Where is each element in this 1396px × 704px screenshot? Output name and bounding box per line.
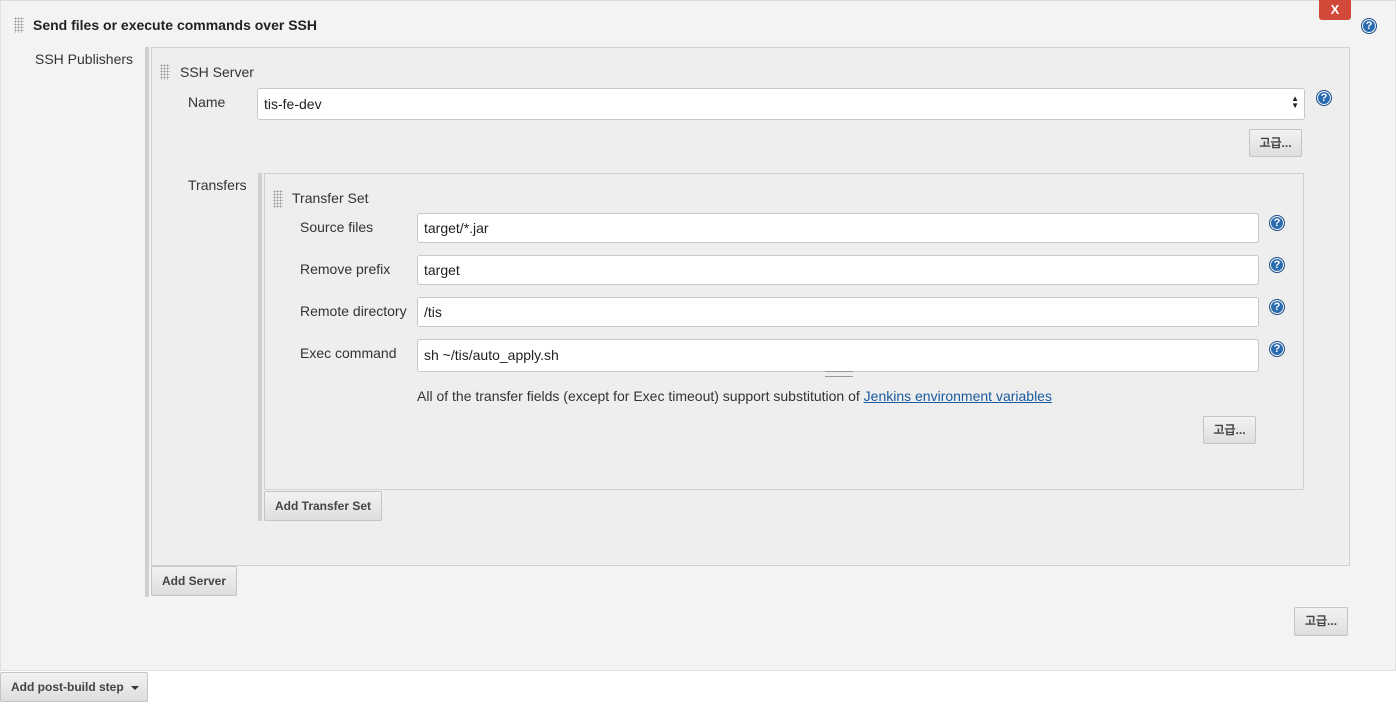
source-files-input[interactable]: target/*.jar <box>417 213 1259 243</box>
ssh-server-box: SSH Server Name tis-fe-dev ▲ ▼ ? 고급... Tr… <box>151 47 1350 566</box>
drag-handle-icon[interactable] <box>160 64 170 80</box>
server-advanced-button[interactable]: 고급... <box>1249 129 1302 157</box>
substitution-note-text: All of the transfer fields (except for E… <box>417 388 864 404</box>
help-icon[interactable]: ? <box>1269 299 1285 315</box>
add-post-build-step-button[interactable]: Add post-build step <box>0 672 148 702</box>
exec-command-textarea[interactable]: sh ~/tis/auto_apply.sh <box>417 339 1259 372</box>
ssh-publisher-section: Send files or execute commands over SSH … <box>0 0 1396 671</box>
exec-command-label: Exec command <box>300 345 397 361</box>
help-icon[interactable]: ? <box>1361 18 1377 34</box>
source-files-label: Source files <box>300 219 374 235</box>
add-post-build-step-label: Add post-build step <box>11 680 124 694</box>
remove-prefix-label: Remove prefix <box>300 261 391 277</box>
transfers-label: Transfers <box>188 177 247 193</box>
name-label: Name <box>188 94 226 110</box>
remote-directory-label: Remote directory <box>300 303 407 319</box>
help-icon[interactable]: ? <box>1316 90 1332 106</box>
transfer-advanced-button[interactable]: 고급... <box>1203 416 1256 444</box>
textarea-resize-handle[interactable] <box>825 371 853 377</box>
ssh-publishers-label: SSH Publishers <box>35 51 134 67</box>
add-server-button[interactable]: Add Server <box>151 566 237 596</box>
help-icon[interactable]: ? <box>1269 215 1285 231</box>
transfer-set-title: Transfer Set <box>292 190 369 206</box>
ssh-server-title: SSH Server <box>180 64 254 80</box>
remote-directory-input[interactable]: /tis <box>417 297 1259 327</box>
substitution-note: All of the transfer fields (except for E… <box>417 388 1052 404</box>
help-icon[interactable]: ? <box>1269 341 1285 357</box>
drag-handle-icon[interactable] <box>14 17 24 33</box>
transfer-set-box: Transfer Set Source files target/*.jar ?… <box>264 173 1304 490</box>
server-name-value[interactable]: tis-fe-dev <box>257 88 1305 120</box>
server-name-select[interactable]: tis-fe-dev ▲ ▼ <box>257 88 1305 120</box>
remove-prefix-input[interactable]: target <box>417 255 1259 285</box>
publishers-bar <box>145 47 149 597</box>
transfers-bar <box>258 173 262 521</box>
drag-handle-icon[interactable] <box>273 190 283 208</box>
section-title: Send files or execute commands over SSH <box>33 17 317 33</box>
dropdown-caret-icon <box>131 686 139 690</box>
add-transfer-set-button[interactable]: Add Transfer Set <box>264 491 382 521</box>
help-icon[interactable]: ? <box>1269 257 1285 273</box>
delete-step-button[interactable]: X <box>1319 0 1351 20</box>
section-advanced-button[interactable]: 고급... <box>1294 607 1348 636</box>
select-arrows-icon: ▲ ▼ <box>1291 94 1299 110</box>
jenkins-env-vars-link[interactable]: Jenkins environment variables <box>864 388 1052 404</box>
